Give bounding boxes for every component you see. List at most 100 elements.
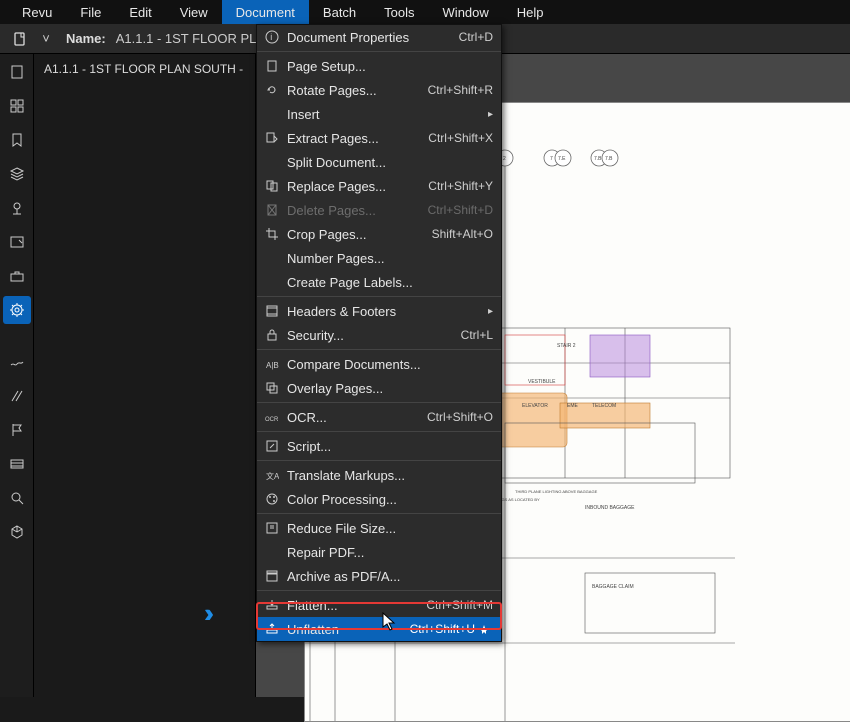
menu-separator	[257, 296, 501, 297]
menu-item-crop-pages[interactable]: Crop Pages...Shift+Alt+O	[257, 222, 501, 246]
side-rail	[0, 54, 34, 697]
menu-item-document-properties[interactable]: iDocument PropertiesCtrl+D	[257, 25, 501, 49]
pin-icon[interactable]	[479, 624, 493, 635]
menu-item-shortcut: Ctrl+Shift+M	[426, 598, 493, 612]
menu-item-reduce-file-size[interactable]: Reduce File Size...	[257, 516, 501, 540]
rail-file-icon[interactable]	[3, 58, 31, 86]
rail-places-icon[interactable]	[3, 194, 31, 222]
svg-text:A|B: A|B	[266, 361, 279, 370]
menu-item-overlay-pages[interactable]: Overlay Pages...	[257, 376, 501, 400]
menu-item-label: Archive as PDF/A...	[287, 569, 493, 584]
info-icon: i	[261, 27, 283, 47]
rail-flag-icon[interactable]	[3, 416, 31, 444]
menu-item-insert[interactable]: Insert▸	[257, 102, 501, 126]
delete-icon	[261, 200, 283, 220]
menu-item-label: Document Properties	[287, 30, 451, 45]
svg-text:2: 2	[503, 156, 506, 162]
replace-icon	[261, 176, 283, 196]
file-tool-dropdown-icon[interactable]: ˅	[38, 31, 54, 46]
svg-text:OCR: OCR	[265, 417, 279, 423]
menu-separator	[257, 431, 501, 432]
menu-item-shortcut: Ctrl+L	[461, 328, 493, 342]
rail-links-icon[interactable]	[3, 382, 31, 410]
menubar-edit[interactable]: Edit	[115, 0, 165, 24]
svg-text:VESTIBULE: VESTIBULE	[528, 379, 556, 385]
rail-properties-icon[interactable]	[3, 296, 31, 324]
rail-thumbnails-icon[interactable]	[3, 92, 31, 120]
menu-item-archive-as-pdf-a[interactable]: Archive as PDF/A...	[257, 564, 501, 588]
menu-item-unflatten[interactable]: UnflattenCtrl+Shift+U	[257, 617, 501, 641]
overlay-icon	[261, 378, 283, 398]
menu-item-label: Split Document...	[287, 155, 493, 170]
pointer-chevrons: ›››	[204, 600, 214, 626]
menubar-file[interactable]: File	[66, 0, 115, 24]
rail-bookmark-icon[interactable]	[3, 126, 31, 154]
file-tool-icon[interactable]	[8, 27, 32, 51]
blank-icon	[261, 542, 283, 562]
menu-item-number-pages[interactable]: Number Pages...	[257, 246, 501, 270]
svg-text:7.E: 7.E	[558, 156, 566, 162]
menu-item-compare-documents[interactable]: A|B Compare Documents...	[257, 352, 501, 376]
menu-item-label: Repair PDF...	[287, 545, 493, 560]
svg-text:EME: EME	[567, 403, 579, 409]
menubar-revu[interactable]: Revu	[8, 0, 66, 24]
menu-item-label: Rotate Pages...	[287, 83, 420, 98]
ocr-icon: OCR	[261, 407, 283, 427]
menubar-document[interactable]: Document	[222, 0, 309, 24]
menu-item-label: Compare Documents...	[287, 357, 493, 372]
menu-item-color-processing[interactable]: Color Processing...	[257, 487, 501, 511]
menu-separator	[257, 460, 501, 461]
menu-item-label: Page Setup...	[287, 59, 493, 74]
open-tab-label[interactable]: A1.1.1 - 1ST FLOOR PLAN SOUTH -	[34, 54, 255, 84]
unflatten-icon	[261, 619, 283, 639]
rail-form-icon[interactable]	[3, 228, 31, 256]
menu-item-label: Headers & Footers	[287, 304, 482, 319]
svg-text:i: i	[270, 32, 272, 42]
rail-3d-icon[interactable]	[3, 518, 31, 546]
menu-item-create-page-labels[interactable]: Create Page Labels...	[257, 270, 501, 294]
menu-item-translate-markups[interactable]: 文ATranslate Markups...	[257, 463, 501, 487]
menu-item-ocr[interactable]: OCROCR...Ctrl+Shift+O	[257, 405, 501, 429]
menu-item-split-document[interactable]: Split Document...	[257, 150, 501, 174]
blank-icon	[261, 104, 283, 124]
menu-item-headers-footers[interactable]: Headers & Footers▸	[257, 299, 501, 323]
menu-item-label: Crop Pages...	[287, 227, 424, 242]
menu-item-shortcut: Ctrl+Shift+D	[428, 203, 493, 217]
menu-item-shortcut: Ctrl+Shift+X	[428, 131, 493, 145]
rail-sets-icon[interactable]	[3, 450, 31, 478]
hf-icon	[261, 301, 283, 321]
menu-item-label: Flatten...	[287, 598, 418, 613]
menu-item-page-setup[interactable]: Page Setup...	[257, 54, 501, 78]
svg-text:STAIR 2: STAIR 2	[557, 343, 576, 349]
menu-item-label: Color Processing...	[287, 492, 493, 507]
menu-item-extract-pages[interactable]: Extract Pages... Ctrl+Shift+X	[257, 126, 501, 150]
rail-search-icon[interactable]	[3, 484, 31, 512]
menubar-view[interactable]: View	[166, 0, 222, 24]
menu-item-label: Extract Pages...	[287, 131, 420, 146]
submenu-arrow-icon: ▸	[488, 109, 493, 120]
rail-toolbox-icon[interactable]	[3, 262, 31, 290]
rail-signatures-icon[interactable]	[3, 348, 31, 376]
menubar-tools[interactable]: Tools	[370, 0, 428, 24]
rotate-icon	[261, 80, 283, 100]
menu-item-replace-pages[interactable]: Replace Pages...Ctrl+Shift+Y	[257, 174, 501, 198]
menu-item-label: Number Pages...	[287, 251, 493, 266]
svg-text:7.B: 7.B	[594, 156, 602, 162]
script-icon	[261, 436, 283, 456]
menu-item-label: Create Page Labels...	[287, 275, 493, 290]
reduce-icon	[261, 518, 283, 538]
menu-item-delete-pages: Delete Pages... Ctrl+Shift+D	[257, 198, 501, 222]
rail-layers-icon[interactable]	[3, 160, 31, 188]
svg-text:7: 7	[550, 156, 553, 162]
menu-item-label: Delete Pages...	[287, 203, 420, 218]
menu-item-script[interactable]: Script...	[257, 434, 501, 458]
left-panel: A1.1.1 - 1ST FLOOR PLAN SOUTH -	[34, 54, 256, 697]
menu-item-flatten[interactable]: Flatten... Ctrl+Shift+M	[257, 593, 501, 617]
menu-item-security[interactable]: Security...Ctrl+L	[257, 323, 501, 347]
color-icon	[261, 489, 283, 509]
menubar-batch[interactable]: Batch	[309, 0, 370, 24]
menu-item-repair-pdf[interactable]: Repair PDF...	[257, 540, 501, 564]
menu-item-rotate-pages[interactable]: Rotate Pages...Ctrl+Shift+R	[257, 78, 501, 102]
menubar-help[interactable]: Help	[503, 0, 558, 24]
menubar-window[interactable]: Window	[429, 0, 503, 24]
